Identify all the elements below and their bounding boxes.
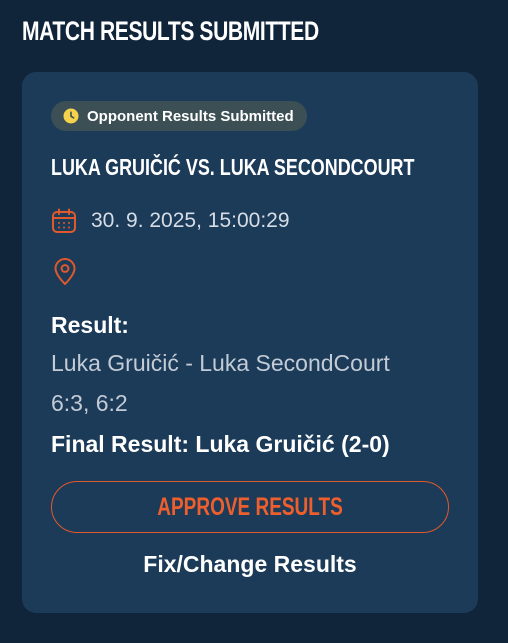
clock-icon bbox=[63, 108, 79, 124]
calendar-icon bbox=[52, 208, 76, 233]
approve-results-label: APPROVE RESULTS bbox=[157, 492, 343, 521]
match-location bbox=[53, 258, 77, 286]
status-badge: Opponent Results Submitted bbox=[51, 101, 307, 131]
result-score: 6:3, 6:2 bbox=[51, 390, 128, 416]
result-label: Result: bbox=[51, 312, 129, 338]
final-result: Final Result: Luka Gruičić (2-0) bbox=[51, 431, 390, 457]
match-result-card: Opponent Results Submitted LUKA GRUIČIĆ … bbox=[22, 72, 478, 613]
match-title: LUKA GRUIČIĆ VS. LUKA SECONDCOURT bbox=[51, 154, 415, 180]
map-pin-icon bbox=[54, 258, 76, 285]
match-datetime-text: 30. 9. 2025, 15:00:29 bbox=[91, 209, 290, 232]
page-title: MATCH RESULTS SUBMITTED bbox=[22, 16, 319, 46]
match-datetime: 30. 9. 2025, 15:00:29 bbox=[51, 208, 290, 234]
status-badge-label: Opponent Results Submitted bbox=[87, 107, 294, 125]
fix-change-results-button[interactable]: Fix/Change Results bbox=[22, 549, 478, 579]
approve-results-button[interactable]: APPROVE RESULTS bbox=[51, 481, 449, 533]
result-players: Luka Gruičić - Luka SecondCourt bbox=[51, 350, 390, 376]
